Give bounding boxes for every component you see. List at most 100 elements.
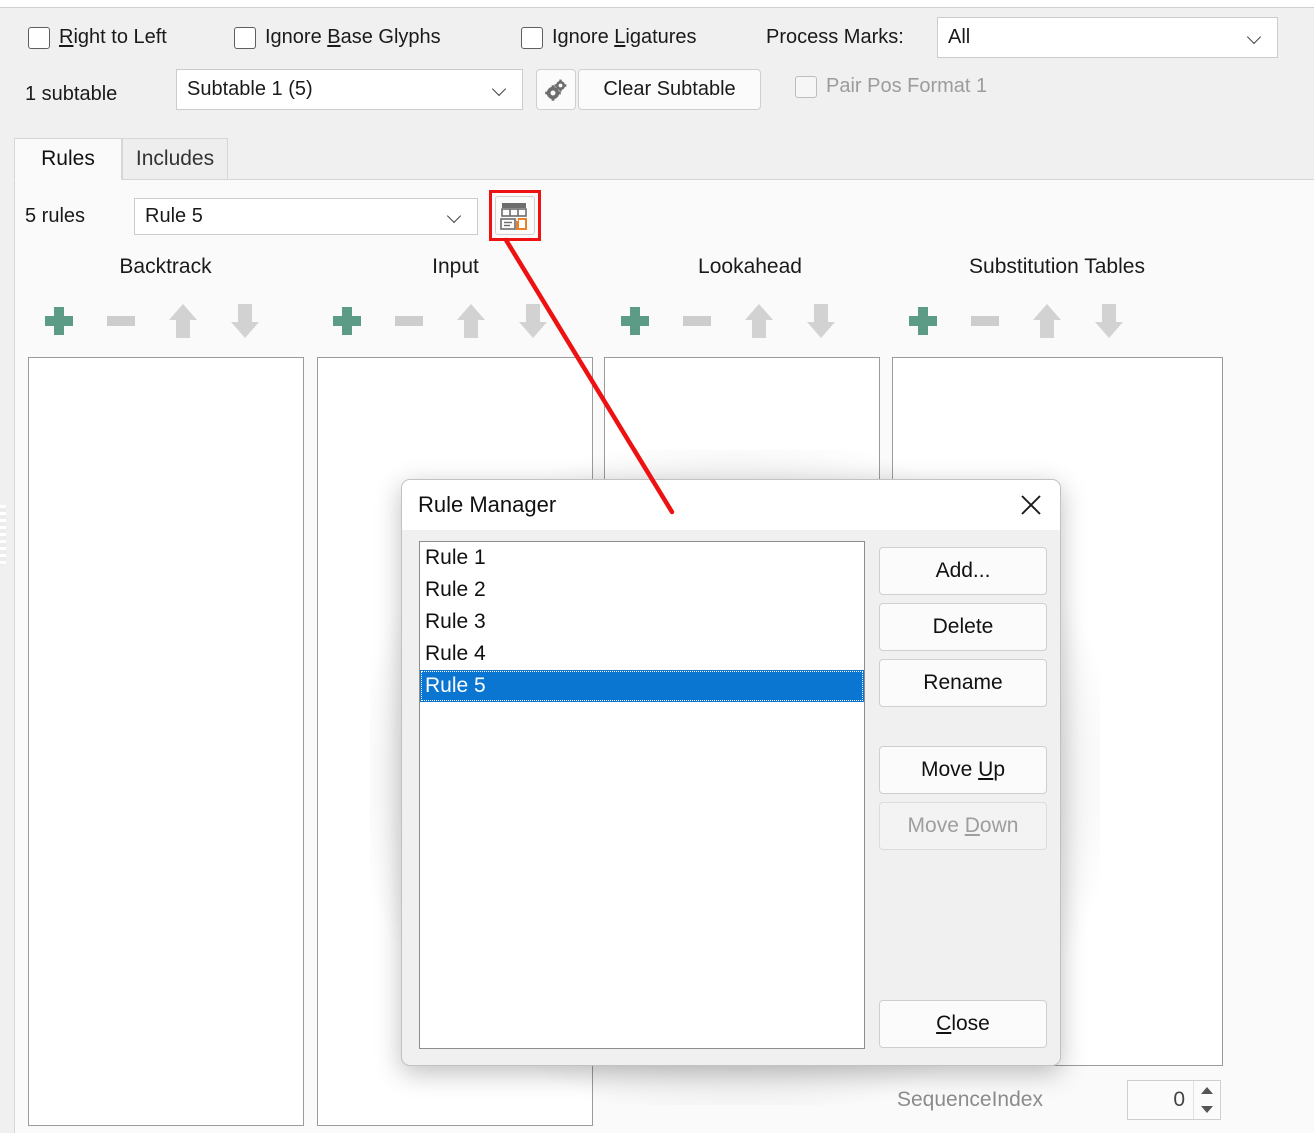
rule-manager-dialog: Rule Manager Rule 1 Rule 2 Rule 3 Rule 4… (401, 479, 1061, 1066)
arrow-up-icon (169, 304, 197, 338)
chevron-down-icon (1247, 30, 1263, 46)
arrow-down-icon (1095, 304, 1123, 338)
close-label: Close (936, 1012, 990, 1035)
arrow-up-icon (745, 304, 773, 338)
checkbox-box[interactable] (521, 26, 543, 49)
checkbox-box[interactable] (795, 75, 817, 98)
list-item[interactable]: Rule 2 (420, 574, 864, 606)
plus-icon (909, 307, 937, 335)
chevron-down-icon (492, 82, 508, 98)
delete-button[interactable]: Delete (879, 603, 1047, 651)
sequence-index-label: SequenceIndex (897, 1088, 1043, 1111)
spinner-down-button[interactable] (1194, 1100, 1220, 1119)
rule-manager-button[interactable] (495, 196, 535, 235)
input-add-button[interactable] (316, 298, 378, 344)
sequence-index-value: 0 (1173, 1088, 1185, 1111)
process-marks-label: Process Marks: (766, 26, 904, 48)
plus-icon (621, 307, 649, 335)
subtable-settings-button[interactable] (536, 69, 576, 110)
spinner-up-button[interactable] (1194, 1081, 1220, 1100)
checkbox-label-pair-pos-format-1: Pair Pos Format 1 (826, 75, 988, 97)
rule-count-label: 5 rules (25, 205, 86, 227)
rule-select-combo[interactable]: Rule 5 (134, 198, 478, 235)
rule-list[interactable]: Rule 1 Rule 2 Rule 3 Rule 4 Rule 5 (419, 541, 865, 1049)
arrow-up-icon (457, 304, 485, 338)
list-item[interactable]: Rule 4 (420, 638, 864, 670)
input-move-down-button[interactable] (502, 298, 564, 344)
backtrack-toolbar (28, 298, 276, 344)
tab-strip: Rules Includes (0, 132, 1314, 180)
minus-icon (683, 316, 711, 326)
tab-includes[interactable]: Includes (122, 138, 228, 180)
dialog-close-button[interactable] (1002, 480, 1060, 530)
checkbox-ignore-ligatures[interactable]: Ignore Ligatures (521, 26, 697, 49)
list-item-selected[interactable]: Rule 5 (420, 670, 864, 702)
dialog-title: Rule Manager (418, 492, 557, 517)
lookahead-remove-button[interactable] (666, 298, 728, 344)
sequence-index-stepper[interactable]: 0 (1127, 1080, 1221, 1120)
backtrack-move-up-button[interactable] (152, 298, 214, 344)
input-move-up-button[interactable] (440, 298, 502, 344)
list-item[interactable]: Rule 1 (420, 542, 864, 574)
checkbox-label-ignore-ligatures: Ignore Ligatures (552, 26, 697, 48)
clear-subtable-button[interactable]: Clear Subtable (578, 69, 761, 110)
list-item[interactable]: Rule 3 (420, 606, 864, 638)
checkbox-ignore-base-glyphs[interactable]: Ignore Base Glyphs (234, 26, 441, 49)
backtrack-listbox[interactable] (28, 357, 304, 1126)
spinner-up-icon (1201, 1087, 1213, 1094)
rename-button[interactable]: Rename (879, 659, 1047, 707)
substitution-tables-toolbar (892, 298, 1140, 344)
close-button[interactable]: Close (879, 1000, 1047, 1048)
plus-icon (45, 307, 73, 335)
subtable-value: Subtable 1 (5) (187, 78, 313, 100)
arrow-up-icon (1033, 304, 1061, 338)
checkbox-box[interactable] (28, 26, 50, 49)
substitution-move-down-button[interactable] (1078, 298, 1140, 344)
move-down-button[interactable]: Move Down (879, 802, 1047, 850)
backtrack-move-down-button[interactable] (214, 298, 276, 344)
substitution-move-up-button[interactable] (1016, 298, 1078, 344)
arrow-down-icon (519, 304, 547, 338)
tab-rules[interactable]: Rules (14, 138, 122, 180)
checkbox-box[interactable] (234, 26, 256, 49)
backtrack-remove-button[interactable] (90, 298, 152, 344)
minus-icon (107, 316, 135, 326)
move-up-label: Move Up (920, 758, 1006, 781)
lookahead-move-down-button[interactable] (790, 298, 852, 344)
rule-manager-icon (500, 202, 527, 230)
window-top-divider (0, 0, 1314, 8)
column-title-substitution-tables: Substitution Tables (969, 255, 1145, 278)
subtable-count-label: 1 subtable (25, 83, 118, 105)
lookahead-toolbar (604, 298, 852, 344)
gear-icon (545, 79, 567, 101)
arrow-down-icon (807, 304, 835, 338)
checkbox-right-to-left[interactable]: Right to Left (28, 26, 167, 49)
process-marks-combo[interactable]: All (937, 17, 1278, 58)
checkbox-pair-pos-format-1[interactable]: Pair Pos Format 1 (795, 75, 987, 98)
checkbox-label-ignore-base-glyphs: Ignore Base Glyphs (265, 26, 441, 48)
column-title-lookahead: Lookahead (698, 255, 802, 278)
input-remove-button[interactable] (378, 298, 440, 344)
lookahead-add-button[interactable] (604, 298, 666, 344)
spinner-down-icon (1201, 1106, 1213, 1113)
substitution-add-button[interactable] (892, 298, 954, 344)
minus-icon (395, 316, 423, 326)
lookahead-move-up-button[interactable] (728, 298, 790, 344)
process-marks-value: All (948, 26, 971, 48)
column-title-backtrack: Backtrack (119, 255, 212, 278)
subtable-combo[interactable]: Subtable 1 (5) (176, 69, 523, 110)
arrow-down-icon (231, 304, 259, 338)
options-bar: Right to Left Ignore Base Glyphs Ignore … (0, 9, 1314, 132)
substitution-remove-button[interactable] (954, 298, 1016, 344)
backtrack-add-button[interactable] (28, 298, 90, 344)
font-feature-editor-window: Right to Left Ignore Base Glyphs Ignore … (0, 0, 1314, 1133)
panel-scrollbar[interactable] (0, 505, 6, 565)
move-up-button[interactable]: Move Up (879, 746, 1047, 794)
add-button[interactable]: Add... (879, 547, 1047, 595)
chevron-down-icon (447, 209, 463, 225)
plus-icon (333, 307, 361, 335)
column-title-input: Input (432, 255, 479, 278)
minus-icon (971, 316, 999, 326)
move-down-label: Move Down (907, 814, 1019, 837)
close-icon (1021, 495, 1041, 515)
